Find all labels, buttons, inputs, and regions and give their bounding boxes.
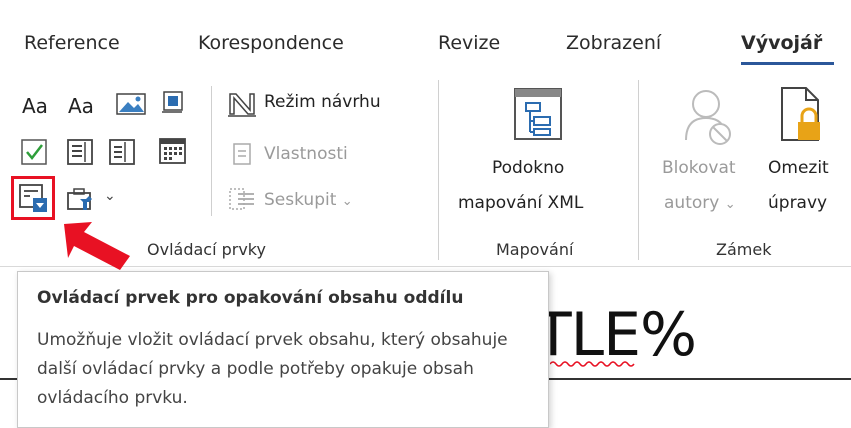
group-separator-2 xyxy=(638,80,639,260)
xml-mapping-icon[interactable] xyxy=(512,86,564,142)
spelling-squiggle xyxy=(550,361,635,367)
repeating-section-icon xyxy=(19,184,47,212)
block-authors-icon xyxy=(685,90,731,145)
xml-pane-label-line2[interactable]: mapování XML xyxy=(458,193,583,213)
properties-label: Vlastnosti xyxy=(264,144,348,164)
tooltip-title: Ovládací prvek pro opakování obsahu oddí… xyxy=(37,288,464,308)
design-mode-icon[interactable] xyxy=(226,90,258,118)
legacy-tools-icon[interactable] xyxy=(66,186,98,214)
mapping-group-label: Mapování xyxy=(496,240,574,259)
lock-group-label: Zámek xyxy=(716,240,772,259)
group-label: Seskupit ⌄ xyxy=(264,190,353,210)
tab-vyvojar[interactable]: Vývojář xyxy=(741,30,822,56)
plain-text-control-icon[interactable]: Aa xyxy=(68,94,94,118)
tab-zobrazeni[interactable]: Zobrazení xyxy=(566,30,661,56)
tab-reference[interactable]: Reference xyxy=(24,30,120,56)
group-icon xyxy=(229,188,254,210)
rich-text-control-icon[interactable]: Aa xyxy=(22,94,48,118)
tab-korespondence[interactable]: Korespondence xyxy=(198,30,344,56)
dropdown-list-icon[interactable] xyxy=(108,138,136,166)
restrict-editing-icon[interactable] xyxy=(778,84,826,148)
controls-group-label: Ovládací prvky xyxy=(147,240,266,259)
xml-pane-label-line1[interactable]: Podokno xyxy=(492,158,564,178)
restrict-editing-label-line1[interactable]: Omezit xyxy=(768,158,829,178)
controls-separator xyxy=(211,86,212,216)
ribbon-tabs: Reference Korespondence Revize Zobrazení… xyxy=(0,0,851,66)
tab-revize[interactable]: Revize xyxy=(438,30,500,56)
legacy-tools-dropdown-icon[interactable]: ⌄ xyxy=(104,188,116,204)
properties-icon xyxy=(233,143,251,165)
tooltip-body: Umožňuje vložit ovládací prvek obsahu, k… xyxy=(37,330,508,408)
active-tab-indicator xyxy=(741,62,834,65)
block-authors-label-line2: autory ⌄ xyxy=(664,193,736,213)
group-separator-1 xyxy=(438,80,439,260)
design-mode-label[interactable]: Režim návrhu xyxy=(264,92,381,112)
tooltip: Ovládací prvek pro opakování obsahu oddí… xyxy=(17,271,549,428)
red-arrow-icon xyxy=(64,222,130,270)
date-picker-icon[interactable] xyxy=(158,136,188,166)
combo-box-icon[interactable] xyxy=(66,138,94,166)
picture-icon[interactable] xyxy=(116,92,148,118)
repeating-section-button[interactable] xyxy=(11,176,55,220)
block-authors-label-line1: Blokovat xyxy=(662,158,736,178)
checkbox-icon[interactable] xyxy=(20,138,48,166)
restrict-editing-label-line2[interactable]: úpravy xyxy=(768,193,827,213)
building-block-icon[interactable] xyxy=(160,90,186,118)
